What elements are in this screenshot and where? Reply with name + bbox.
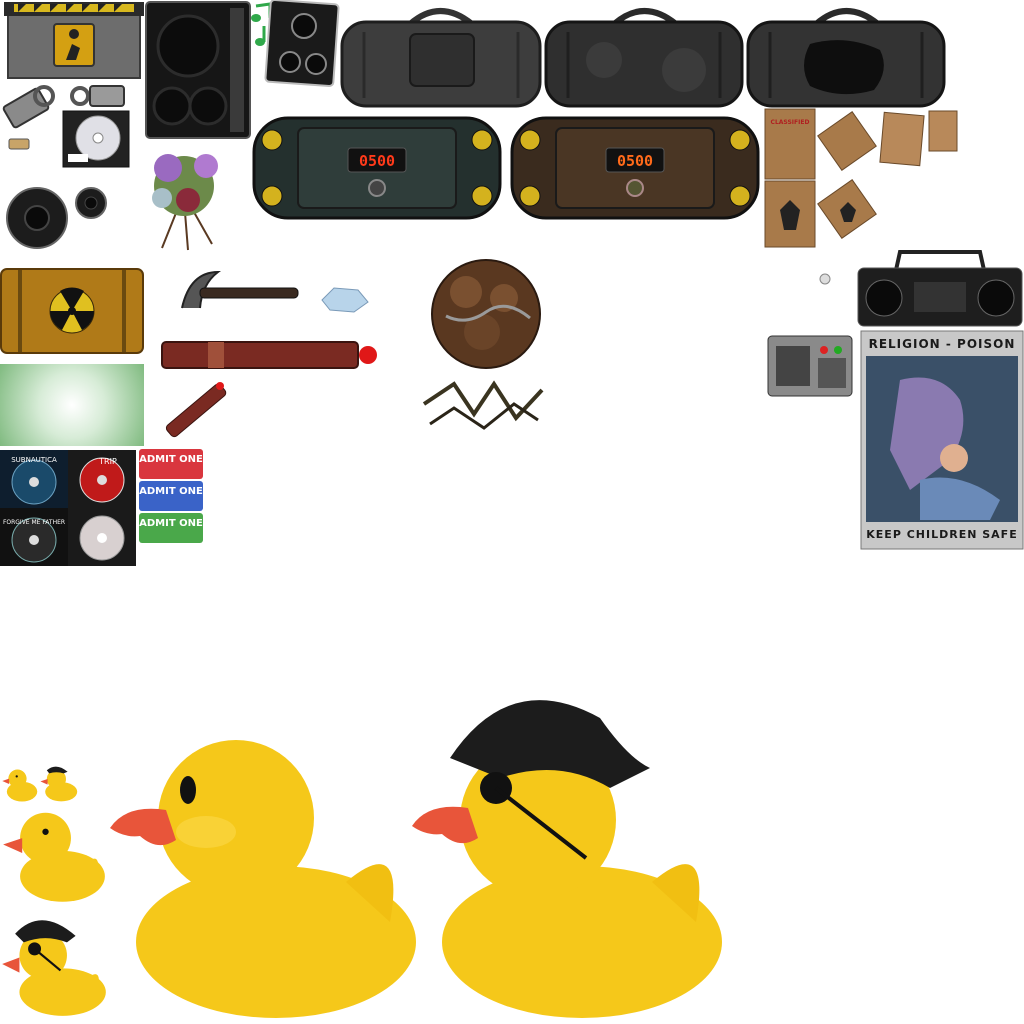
radioactive-barrel-sprite: [0, 268, 144, 354]
roots-sprite: [422, 380, 544, 430]
poster-top-text: RELIGION - POISON: [869, 337, 1016, 351]
round-speaker-large-sprite: [6, 187, 68, 249]
chip-sprite: [8, 138, 30, 150]
bomb-sprite-brown: 0500: [510, 116, 760, 220]
boombox-sprite: [857, 250, 1023, 327]
cd-title-3: FORGIVE ME FATHER: [3, 519, 65, 526]
duck-small-pirate: [2, 920, 106, 1016]
cd-title-1: SUBNAUTICA: [11, 456, 57, 464]
bomb-sprite-blue: 0500: [252, 116, 502, 220]
ticket-label-1: ADMIT ONE: [139, 454, 203, 465]
round-speaker-small-sprite: [75, 187, 107, 219]
bomb-timer-1: 0500: [359, 152, 395, 170]
duck-large-pirate: [412, 700, 722, 1018]
duck-small: [3, 812, 105, 902]
propaganda-poster: RELIGION - POISON KEEP CHILDREN SAFE: [860, 330, 1024, 550]
speaker-cabinet-sprite: [145, 1, 251, 139]
pickaxe-sprite: [181, 270, 299, 309]
plant-sprite: [152, 154, 218, 251]
cd-title-2: TRIP: [98, 457, 117, 466]
classified-folder-2: [817, 111, 877, 171]
duck-tiny: [2, 769, 38, 802]
tag-sprite: [70, 85, 125, 107]
snow-texture-sprite: [0, 364, 144, 446]
duck-tiny-pirate: [40, 766, 78, 802]
radio-device-sprite: [767, 335, 853, 397]
toolbox-sprite: [4, 2, 144, 79]
cd-case-sprite: [62, 110, 130, 168]
duck-large: [110, 740, 416, 1018]
duffel-bag-clean-sprite: [340, 8, 542, 108]
ticket-label-2: ADMIT ONE: [139, 486, 203, 497]
paper-stack-2: [928, 110, 958, 152]
rock-ball-sprite: [431, 259, 541, 369]
ticket-green: ADMIT ONE: [139, 513, 203, 543]
folder-label: CLASSIFIED: [771, 119, 810, 126]
lock-sprite: [2, 85, 55, 129]
paper-stack-1: [879, 111, 925, 167]
small-speaker-sprite: [264, 0, 340, 88]
classified-folder-3: [764, 180, 816, 248]
baton-small-sprite: [165, 382, 227, 438]
classified-folder-1: CLASSIFIED: [764, 108, 816, 180]
crystal-sprite: [321, 287, 369, 313]
ticket-label-3: ADMIT ONE: [139, 518, 203, 529]
cd-trip: TRIP: [68, 450, 136, 508]
cd-subnautica: SUBNAUTICA: [0, 450, 68, 508]
baton-sprite: [161, 341, 377, 369]
duffel-bag-torn-sprite: [746, 8, 946, 108]
poster-bottom-text: KEEP CHILDREN SAFE: [866, 528, 1017, 541]
bomb-timer-2: 0500: [617, 152, 653, 170]
ticket-blue: ADMIT ONE: [139, 481, 203, 511]
cd-plain: [68, 508, 136, 566]
ticket-red: ADMIT ONE: [139, 449, 203, 479]
duffel-bag-dirty-sprite: [544, 8, 744, 108]
classified-folder-4: [817, 179, 877, 239]
dial-icon: [819, 273, 831, 285]
cd-forgive-me-father: FORGIVE ME FATHER: [0, 508, 68, 566]
